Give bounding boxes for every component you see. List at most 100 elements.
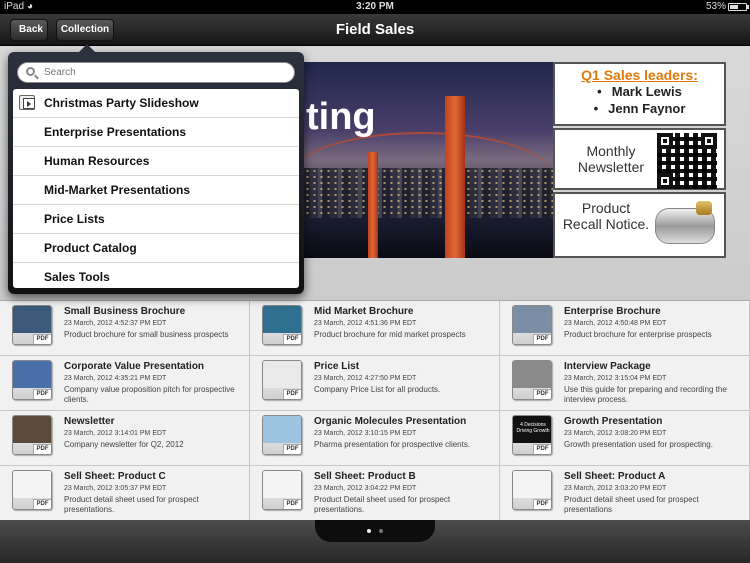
slideshow-icon <box>19 95 35 110</box>
document-name: Organic Molecules Presentation <box>314 416 467 427</box>
document-cover <box>263 361 301 388</box>
document-description: Product detail sheet used for prospect p… <box>564 495 699 514</box>
banner-title: ting <box>306 96 376 138</box>
document-name: Sell Sheet: Product B <box>314 471 416 482</box>
collection-item-label: Price Lists <box>44 212 105 226</box>
document-name: Growth Presentation <box>564 416 663 427</box>
document-thumbnail[interactable]: PDF <box>262 470 302 510</box>
document-thumbnail[interactable]: PDF <box>12 305 52 345</box>
document-thumbnail[interactable]: PDF <box>12 360 52 400</box>
pdf-badge: PDF <box>283 389 301 399</box>
document-thumbnail[interactable]: PDF <box>262 360 302 400</box>
document-item[interactable]: PDF Mid Market Brochure 23 March, 2012 4:5… <box>250 301 500 356</box>
document-cover <box>13 416 51 443</box>
newsletter-text: Monthly Newsletter <box>577 143 645 175</box>
document-cover <box>513 306 551 333</box>
document-description: Product detail sheet used for prospect p… <box>64 495 199 514</box>
qr-finder <box>701 133 717 149</box>
document-grid: PDF Small Business Brochure 23 March, 2012… <box>0 300 750 521</box>
battery-fill <box>730 5 738 9</box>
pdf-badge: PDF <box>33 389 51 399</box>
document-description: Growth presentation used for prospecting… <box>564 440 713 449</box>
pdf-badge: PDF <box>283 444 301 454</box>
collection-item[interactable]: Price Lists <box>13 205 299 234</box>
pdf-badge: PDF <box>33 499 51 509</box>
search-icon <box>26 67 35 76</box>
navigation-bar: Back Collection Field Sales <box>0 14 750 46</box>
document-name: Mid Market Brochure <box>314 306 414 317</box>
document-item[interactable]: PDF Sell Sheet: Product B 23 March, 2012 3… <box>250 466 500 521</box>
document-cover <box>513 361 551 388</box>
document-item[interactable]: PDF Price List 23 March, 2012 4:27:50 PM E… <box>250 356 500 411</box>
document-thumbnail[interactable]: PDF <box>262 415 302 455</box>
document-description: Company newsletter for Q2, 2012 <box>64 440 184 449</box>
document-item[interactable]: PDF Newsletter 23 March, 2012 3:14:01 PM E… <box>0 411 250 466</box>
search-input[interactable] <box>44 65 284 80</box>
collection-item[interactable]: Mid-Market Presentations <box>13 176 299 205</box>
document-description: Product Detail sheet used for prospect p… <box>314 495 451 514</box>
document-item[interactable]: PDF Organic Molecules Presentation 23 Marc… <box>250 411 500 466</box>
document-description: Pharma presentation for prospective clie… <box>314 440 471 449</box>
sales-leader-name: Jenn Faynor <box>555 100 724 117</box>
document-cover <box>263 416 301 443</box>
document-thumbnail[interactable]: PDF <box>262 305 302 345</box>
sales-leader-name: Mark Lewis <box>555 83 724 100</box>
document-date: 23 March, 2012 3:10:15 PM EDT <box>314 430 417 437</box>
bottom-tray <box>0 520 750 563</box>
document-description: Product brochure for small business pros… <box>64 330 229 339</box>
document-item[interactable]: PDF Sell Sheet: Product C 23 March, 2012 3… <box>0 466 250 521</box>
collection-item-label: Product Catalog <box>44 241 137 255</box>
qr-finder <box>657 133 673 149</box>
collection-item[interactable]: Enterprise Presentations <box>13 118 299 147</box>
document-item[interactable]: PDF Interview Package 23 March, 2012 3:15:… <box>500 356 750 411</box>
document-date: 23 March, 2012 3:15:04 PM EDT <box>564 375 667 382</box>
pdf-badge: PDF <box>33 444 51 454</box>
document-cover <box>13 306 51 333</box>
page-dot-active[interactable] <box>367 529 371 533</box>
page-title: Field Sales <box>335 21 415 38</box>
sales-leaders-panel[interactable]: Q1 Sales leaders: Mark Lewis Jenn Faynor <box>553 62 726 126</box>
document-date: 23 March, 2012 4:50:48 PM EDT <box>564 320 667 327</box>
document-item[interactable]: PDF Small Business Brochure 23 March, 2012… <box>0 301 250 356</box>
document-description: Company value proposition pitch for pros… <box>64 385 235 404</box>
document-item[interactable]: PDF Corporate Value Presentation 23 March,… <box>0 356 250 411</box>
document-date: 23 March, 2012 3:04:22 PM EDT <box>314 485 417 492</box>
collection-item[interactable]: Sales Tools <box>13 263 299 288</box>
bay-water <box>290 218 553 258</box>
document-date: 23 March, 2012 4:51:36 PM EDT <box>314 320 417 327</box>
collection-item-label: Sales Tools <box>44 270 110 284</box>
bridge-tower-near <box>445 96 465 258</box>
document-cover <box>263 306 301 333</box>
banner-image[interactable]: ting <box>290 62 553 258</box>
newsletter-panel[interactable]: Monthly Newsletter <box>553 128 726 190</box>
collection-item[interactable]: Product Catalog <box>13 234 299 263</box>
tray-handle[interactable] <box>315 520 435 542</box>
search-field[interactable] <box>17 62 295 83</box>
document-thumbnail[interactable]: PDF <box>512 470 552 510</box>
document-thumbnail[interactable]: 4 Decisions Driving Growth PDF <box>512 415 552 455</box>
document-item[interactable]: 4 Decisions Driving Growth PDF Growth Pres… <box>500 411 750 466</box>
document-thumbnail[interactable]: PDF <box>512 360 552 400</box>
document-date: 23 March, 2012 4:27:50 PM EDT <box>314 375 417 382</box>
document-thumbnail[interactable]: PDF <box>12 470 52 510</box>
collection-item[interactable]: Human Resources <box>13 147 299 176</box>
sales-leaders-heading: Q1 Sales leaders: <box>581 67 698 83</box>
qr-code-icon <box>657 133 717 189</box>
document-thumbnail[interactable]: PDF <box>12 415 52 455</box>
collection-item-label: Mid-Market Presentations <box>44 183 191 197</box>
collection-popover: Christmas Party Slideshow Enterprise Pres… <box>8 44 304 294</box>
battery-icon <box>728 3 749 11</box>
collection-item-label: Christmas Party Slideshow <box>44 96 199 110</box>
document-thumbnail[interactable]: PDF <box>512 305 552 345</box>
document-item[interactable]: PDF Sell Sheet: Product A 23 March, 2012 3… <box>500 466 750 521</box>
pdf-badge: PDF <box>283 499 301 509</box>
pdf-badge: PDF <box>533 334 551 344</box>
document-date: 23 March, 2012 3:03:20 PM EDT <box>564 485 667 492</box>
page-dot[interactable] <box>379 529 383 533</box>
recall-panel[interactable]: Product Recall Notice. <box>553 192 726 258</box>
collection-item[interactable]: Christmas Party Slideshow <box>13 89 299 118</box>
battery-percent: 53% <box>705 1 726 12</box>
document-item[interactable]: PDF Enterprise Brochure 23 March, 2012 4:5… <box>500 301 750 356</box>
document-cover <box>263 471 301 498</box>
document-name: Interview Package <box>564 361 651 372</box>
